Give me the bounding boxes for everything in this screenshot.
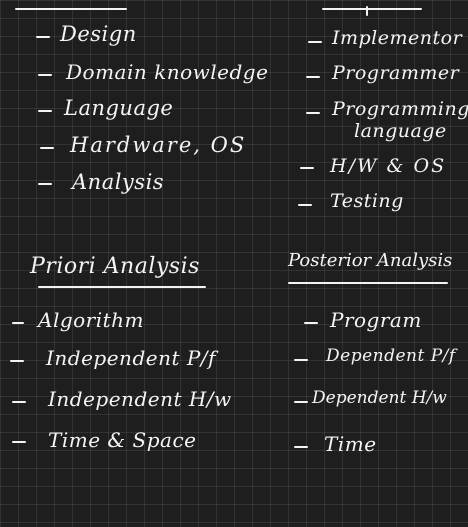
list-dash	[12, 441, 26, 443]
list-item-dependent-hw: Dependent H/w	[312, 388, 447, 408]
list-item-analysis: Analysis	[72, 170, 165, 194]
list-dash	[36, 36, 50, 38]
list-item-programming-language: language	[354, 120, 447, 142]
list-dash	[304, 322, 318, 324]
list-item-programmer: Programmer	[332, 62, 460, 84]
list-dash	[308, 41, 322, 43]
list-dash	[38, 110, 52, 112]
list-item-time-space: Time & Space	[48, 428, 197, 452]
list-item-testing: Testing	[330, 190, 404, 212]
list-item-independent-pf: Independent P/f	[46, 346, 216, 370]
list-dash	[298, 204, 312, 206]
list-dash	[294, 359, 308, 361]
list-dash	[306, 112, 320, 114]
top-left-heading-underline	[15, 8, 127, 10]
handwritten-notes-page: Design Domain knowledge Language Hardwar…	[0, 0, 468, 527]
list-item-language: Language	[64, 96, 174, 120]
list-dash	[38, 183, 52, 185]
priori-analysis-underline	[38, 286, 206, 288]
list-item-algorithm: Algorithm	[38, 308, 145, 332]
list-item-programming: Programming	[332, 98, 468, 120]
list-dash	[300, 167, 314, 169]
list-item-hardware-os: Hardware, OS	[70, 133, 247, 157]
list-dash	[38, 74, 52, 76]
posterior-analysis-underline	[288, 282, 448, 284]
list-item-implementor: Implementor	[332, 27, 463, 49]
list-item-time: Time	[324, 432, 377, 456]
priori-analysis-heading: Priori Analysis	[30, 254, 200, 279]
list-dash	[306, 76, 320, 78]
list-dash	[40, 147, 54, 149]
list-dash	[12, 401, 26, 403]
list-dash	[294, 401, 308, 403]
list-item-independent-hw: Independent H/w	[48, 387, 232, 411]
list-dash	[294, 446, 308, 448]
list-item-hw-os: H/W & OS	[330, 155, 447, 177]
top-right-heading-tick	[366, 6, 368, 16]
top-right-heading-underline	[322, 8, 422, 10]
list-item-design: Design	[60, 22, 137, 46]
list-item-domain-knowledge: Domain knowledge	[66, 60, 269, 84]
list-item-dependent-pf: Dependent P/f	[326, 346, 456, 366]
posterior-analysis-heading: Posterior Analysis	[288, 250, 453, 271]
list-dash	[10, 360, 24, 362]
list-item-program: Program	[330, 308, 422, 332]
list-dash	[12, 322, 24, 324]
